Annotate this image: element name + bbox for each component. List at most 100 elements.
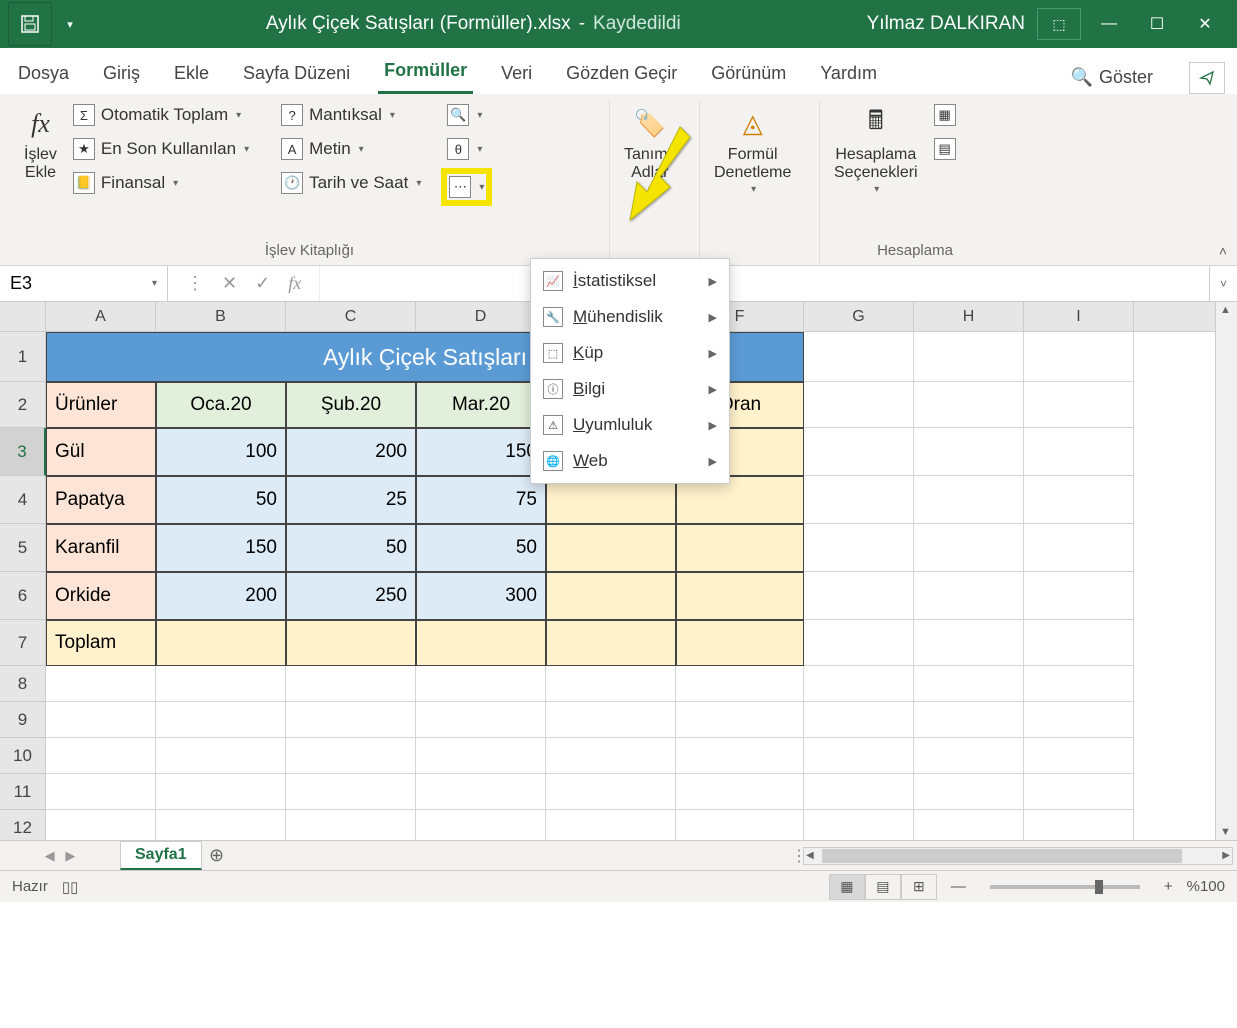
row-header-8[interactable]: 8 (0, 666, 46, 702)
cell-header-1[interactable]: Oca.20 (156, 382, 286, 428)
cell-empty[interactable] (416, 774, 546, 810)
column-header-A[interactable]: A (46, 302, 156, 331)
cell-total-label[interactable]: Toplam (46, 620, 156, 666)
tab-page-layout[interactable]: Sayfa Düzeni (237, 53, 356, 94)
horizontal-scrollbar[interactable] (803, 847, 1233, 865)
cell-header-3[interactable]: Mar.20 (416, 382, 546, 428)
cell-empty[interactable] (1024, 620, 1134, 666)
cell-empty[interactable] (804, 774, 914, 810)
cell-empty[interactable] (286, 738, 416, 774)
cell-empty[interactable] (914, 428, 1024, 476)
row-header-1[interactable]: 1 (0, 332, 46, 382)
cell-empty[interactable] (416, 738, 546, 774)
cell-empty[interactable] (46, 666, 156, 702)
cell-empty[interactable] (1024, 524, 1134, 572)
add-sheet-button[interactable]: ⊕ (202, 845, 232, 866)
cell-empty[interactable] (804, 428, 914, 476)
cell-empty[interactable] (546, 666, 676, 702)
maximize-button[interactable]: ☐ (1133, 2, 1181, 46)
cell-total-col-5[interactable] (676, 620, 804, 666)
cell-empty[interactable] (676, 702, 804, 738)
cell-empty[interactable] (46, 774, 156, 810)
cell-empty[interactable] (914, 476, 1024, 524)
recently-used-button[interactable]: ★En Son Kullanılan▾ (67, 134, 255, 164)
cell-empty[interactable] (1024, 810, 1134, 840)
tab-file[interactable]: Dosya (12, 53, 75, 94)
zoom-in-button[interactable]: + (1164, 878, 1173, 895)
cell-val-2-1[interactable]: 50 (286, 524, 416, 572)
cell-empty[interactable] (546, 738, 676, 774)
tab-insert[interactable]: Ekle (168, 53, 215, 94)
cell-val-3-0[interactable]: 200 (156, 572, 286, 620)
cell-empty[interactable] (1024, 666, 1134, 702)
menu-item-cube[interactable]: ⬚Küp▶ (531, 335, 729, 371)
cell-total-col-3[interactable] (416, 620, 546, 666)
cell-product-2[interactable]: Karanfil (46, 524, 156, 572)
name-box[interactable]: E3 ▾ (0, 266, 168, 301)
cell-empty[interactable] (914, 810, 1024, 840)
cell-empty[interactable] (286, 774, 416, 810)
select-all-corner[interactable] (0, 302, 46, 332)
cell-total-col-2[interactable] (286, 620, 416, 666)
insert-function-button[interactable]: fx İşlev Ekle (18, 100, 63, 238)
cell-empty[interactable] (914, 572, 1024, 620)
more-functions-button[interactable]: ⋯▾ (441, 168, 492, 206)
lookup-reference-button[interactable]: 🔍▾ (441, 100, 492, 130)
cell-empty[interactable] (676, 810, 804, 840)
cell-val-1-2[interactable]: 75 (416, 476, 546, 524)
cell-val-2-0[interactable]: 150 (156, 524, 286, 572)
view-page-layout-button[interactable]: ▤ (865, 874, 901, 900)
cell-empty[interactable] (46, 810, 156, 840)
cell-empty[interactable] (156, 774, 286, 810)
cell-empty[interactable] (804, 810, 914, 840)
cell-total-2[interactable] (546, 524, 676, 572)
cell-total-col-1[interactable] (156, 620, 286, 666)
cell-empty[interactable] (416, 702, 546, 738)
cell-empty[interactable] (416, 810, 546, 840)
cell-empty[interactable] (1024, 774, 1134, 810)
view-normal-button[interactable]: ▦ (829, 874, 865, 900)
cell-empty[interactable] (804, 476, 914, 524)
cell-product-0[interactable]: Gül (46, 428, 156, 476)
menu-item-information[interactable]: ⓘBilgi▶ (531, 371, 729, 407)
cell-empty[interactable] (286, 810, 416, 840)
tab-formulas[interactable]: Formüller (378, 50, 473, 94)
defined-names-button[interactable]: 🏷️ Tanımlı Adlar▾ (618, 100, 682, 255)
collapse-ribbon-button[interactable]: ˄ (1219, 243, 1227, 259)
menu-item-compatibility[interactable]: ⚠Uyumluluk▶ (531, 407, 729, 443)
tab-review[interactable]: Gözden Geçir (560, 53, 683, 94)
row-header-7[interactable]: 7 (0, 620, 46, 666)
cell-empty[interactable] (156, 738, 286, 774)
column-header-I[interactable]: I (1024, 302, 1134, 331)
cell-empty[interactable] (914, 524, 1024, 572)
column-header-G[interactable]: G (804, 302, 914, 331)
cell-empty[interactable] (914, 702, 1024, 738)
cell-empty[interactable] (46, 738, 156, 774)
autosum-button[interactable]: ΣOtomatik Toplam▾ (67, 100, 255, 130)
zoom-out-button[interactable]: — (951, 878, 966, 895)
cell-ratio-3[interactable] (676, 572, 804, 620)
macro-record-icon[interactable]: ▯▯ (62, 878, 79, 896)
menu-item-statistical[interactable]: 📈İstatistiksel▶ (531, 263, 729, 299)
view-page-break-button[interactable]: ⊞ (901, 874, 937, 900)
minimize-button[interactable]: — (1085, 2, 1133, 46)
cell-empty[interactable] (286, 702, 416, 738)
qat-customize[interactable]: ▾ (60, 18, 80, 31)
cell-empty[interactable] (804, 572, 914, 620)
cell-total-col-4[interactable] (546, 620, 676, 666)
cell-product-3[interactable]: Orkide (46, 572, 156, 620)
cell-ratio-2[interactable] (676, 524, 804, 572)
cell-empty[interactable] (914, 620, 1024, 666)
save-button[interactable] (8, 2, 52, 46)
formula-bar-expand[interactable]: ˅ (1209, 266, 1237, 301)
cell-empty[interactable] (156, 666, 286, 702)
zoom-level[interactable]: %100 (1187, 878, 1225, 895)
cell-empty[interactable] (1024, 572, 1134, 620)
cell-empty[interactable] (804, 382, 914, 428)
cell-empty[interactable] (676, 774, 804, 810)
cell-empty[interactable] (156, 810, 286, 840)
cell-empty[interactable] (46, 702, 156, 738)
formula-input[interactable] (320, 266, 1209, 301)
zoom-slider[interactable] (990, 885, 1140, 889)
tab-data[interactable]: Veri (495, 53, 538, 94)
